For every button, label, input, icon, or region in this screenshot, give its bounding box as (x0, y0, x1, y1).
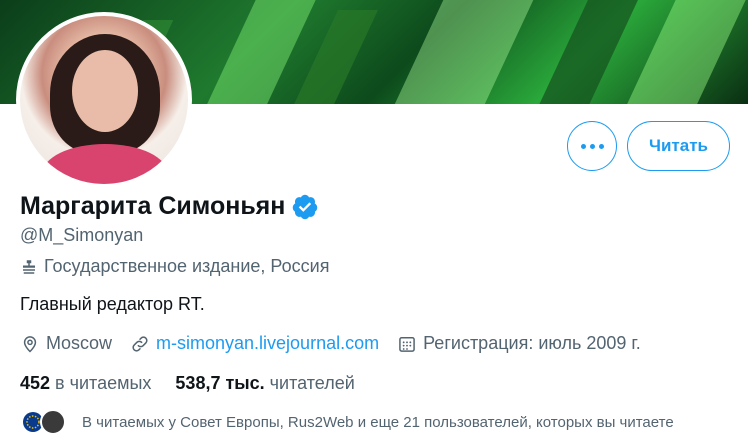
government-label-text: Государственное издание, Россия (44, 256, 330, 276)
followed-by-avatars (20, 409, 70, 435)
government-label[interactable]: Государственное издание, Россия (20, 256, 329, 277)
avatar-shirt (42, 144, 168, 184)
name-row: Маргарита Симоньян (20, 192, 319, 221)
profile-avatar[interactable] (16, 12, 192, 188)
banner-shard (532, 0, 638, 104)
link-icon (132, 335, 148, 352)
followed-by-row[interactable]: В читаемых у Совет Европы, Rus2Web и еще… (20, 409, 674, 435)
follow-stats: 452 в читаемых 538,7 тыс. читателей (20, 373, 379, 394)
following-stat[interactable]: 452 в читаемых (20, 373, 151, 394)
government-label-icon (23, 259, 35, 274)
followers-label: читателей (269, 373, 355, 393)
avatar (40, 409, 66, 435)
website-item: m-simonyan.livejournal.com (130, 333, 379, 354)
followers-count: 538,7 тыс. (175, 373, 265, 393)
avatar-face (72, 50, 138, 132)
profile-meta: Moscow m-simonyan.livejournal.com Регист… (20, 333, 659, 354)
joined-item: Регистрация: июль 2009 г. (397, 333, 641, 354)
profile-name: Маргарита Симоньян (20, 192, 286, 220)
profile-handle: @M_Simonyan (20, 225, 144, 245)
following-label: в читаемых (55, 373, 152, 393)
banner-shard (619, 0, 748, 104)
followed-by-text: В читаемых у Совет Европы, Rus2Web и еще… (82, 413, 674, 431)
followers-stat[interactable]: 538,7 тыс. читателей (175, 373, 354, 394)
following-count: 452 (20, 373, 51, 393)
more-icon (580, 143, 604, 149)
location-text: Moscow (46, 333, 113, 353)
location-icon (23, 335, 37, 353)
profile-bio: Главный редактор RT. (20, 294, 205, 314)
website-link[interactable]: m-simonyan.livejournal.com (156, 333, 379, 354)
banner-shard (387, 0, 543, 104)
avatar-photo (20, 16, 188, 184)
more-options-button[interactable] (567, 121, 617, 171)
location-item: Moscow (20, 333, 112, 354)
joined-text: Регистрация: июль 2009 г. (423, 333, 641, 353)
follow-button[interactable]: Читать (627, 121, 730, 171)
calendar-icon (399, 336, 415, 352)
verified-badge-icon (293, 194, 318, 219)
